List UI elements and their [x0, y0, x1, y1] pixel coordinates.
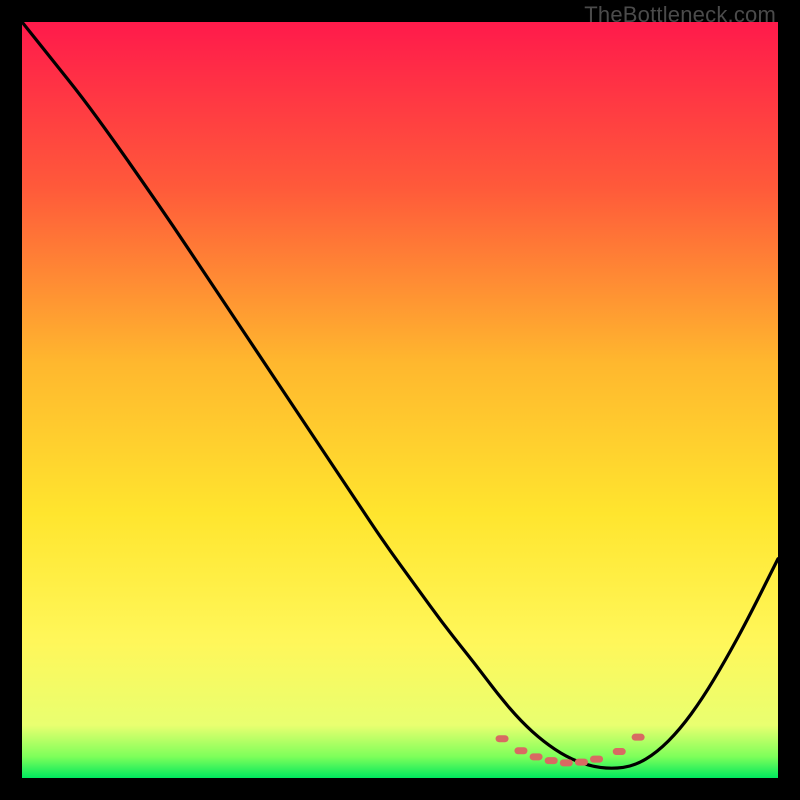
marker-dot — [560, 759, 573, 766]
marker-dot — [575, 759, 588, 766]
marker-dot — [514, 747, 527, 754]
marker-dot — [530, 753, 543, 760]
chart-svg — [22, 22, 778, 778]
marker-dot — [632, 734, 645, 741]
watermark-text: TheBottleneck.com — [584, 2, 776, 28]
marker-dot — [590, 756, 603, 763]
marker-dot — [496, 735, 509, 742]
marker-dot — [613, 748, 626, 755]
chart-frame — [22, 22, 778, 778]
marker-dot — [545, 757, 558, 764]
gradient-background — [22, 22, 778, 778]
